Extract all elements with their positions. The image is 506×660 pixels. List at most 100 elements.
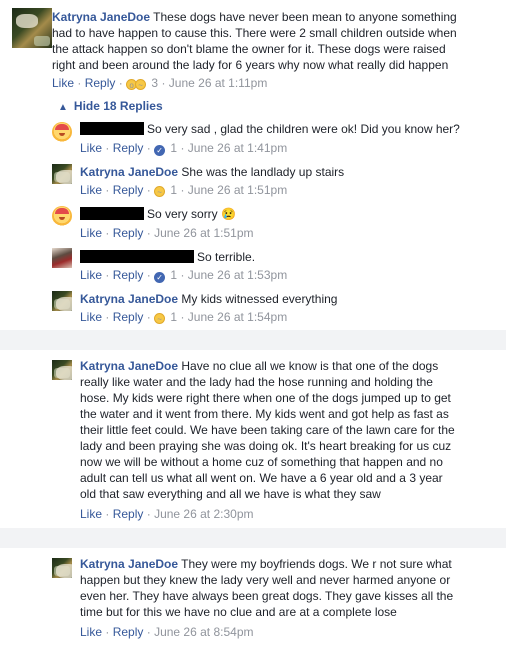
comment-actions: Like · Reply · o ~ 3 · June 26 at 1:11pm xyxy=(52,76,267,90)
comment-text-line: had to have happen to cause this. There … xyxy=(52,26,457,40)
comment-body: So very sorry 😢 xyxy=(80,206,236,222)
separator: · xyxy=(146,310,151,324)
comment-body: Katryna JaneDoe My kids witnessed everyt… xyxy=(80,291,337,307)
comment-actions: Like · Reply · June 26 at 2:30pm xyxy=(80,507,253,521)
like-link[interactable]: Like xyxy=(80,507,102,521)
reply-link[interactable]: Reply xyxy=(113,268,144,282)
separator: · xyxy=(105,268,110,282)
separator: · xyxy=(146,226,151,240)
author-link[interactable]: Katryna JaneDoe xyxy=(80,359,178,373)
comment-text-line: time but for this we have no clue and ar… xyxy=(80,605,397,619)
reaction-count[interactable]: 3 xyxy=(151,76,158,90)
hide-replies-label: Hide 18 Replies xyxy=(73,99,163,113)
chevron-up-icon: ▲ xyxy=(58,102,68,113)
avatar[interactable] xyxy=(52,291,72,311)
comment-text: So very sorry xyxy=(147,207,218,221)
timestamp[interactable]: June 26 at 8:54pm xyxy=(154,625,253,639)
comment-text-line: their little feet could. We have been ta… xyxy=(80,423,455,437)
author-link[interactable]: Katryna JaneDoe xyxy=(80,557,178,571)
comment-body: Katryna JaneDoe They were my boyfriends … xyxy=(80,556,500,620)
like-link[interactable]: Like xyxy=(80,183,102,197)
like-reaction-icon[interactable]: ✓ xyxy=(154,145,166,156)
avatar[interactable] xyxy=(52,360,72,380)
separator: · xyxy=(146,141,151,155)
timestamp[interactable]: June 26 at 1:53pm xyxy=(188,268,287,282)
comment-text-line: the water and it went from there. My kid… xyxy=(80,407,449,421)
comment-panel: Katryna JaneDoe They were my boyfriends … xyxy=(0,548,506,660)
avatar[interactable] xyxy=(52,248,72,268)
comment-text-line: happen but they knew the lady very well … xyxy=(80,573,451,587)
avatar[interactable] xyxy=(12,8,52,48)
like-link[interactable]: Like xyxy=(80,625,102,639)
reaction-count[interactable]: 1 xyxy=(170,183,177,197)
comment-text: She was the landlady up stairs xyxy=(181,165,345,179)
avatar[interactable] xyxy=(52,206,72,226)
reply-link[interactable]: Reply xyxy=(113,625,144,639)
redacted-name xyxy=(80,250,194,263)
like-link[interactable]: Like xyxy=(80,141,102,155)
comment-panel: Katryna JaneDoe Have no clue all we know… xyxy=(0,350,506,528)
separator: · xyxy=(105,625,110,639)
like-reaction-icon[interactable]: ✓ xyxy=(154,272,166,283)
separator: · xyxy=(105,183,110,197)
like-link[interactable]: Like xyxy=(80,226,102,240)
redacted-name xyxy=(80,207,144,220)
timestamp[interactable]: June 26 at 1:41pm xyxy=(188,141,287,155)
comment-actions: Like · Reply · ~ 1 · June 26 at 1:54pm xyxy=(80,310,287,324)
like-link[interactable]: Like xyxy=(80,268,102,282)
like-link[interactable]: Like xyxy=(52,76,74,90)
reply-link[interactable]: Reply xyxy=(113,141,144,155)
reaction-count[interactable]: 1 xyxy=(170,268,177,282)
comment-text-line: lady and been praying she was doing ok. … xyxy=(80,439,452,453)
reply-link[interactable]: Reply xyxy=(113,183,144,197)
comment-body: So very sad , glad the children were ok!… xyxy=(80,121,460,137)
sad-reaction-icon[interactable]: ~ xyxy=(154,313,166,324)
separator: · xyxy=(161,76,166,90)
separator: · xyxy=(146,183,151,197)
separator: · xyxy=(77,76,82,90)
comment-text-line: hose. My kids were right there when one … xyxy=(80,391,451,405)
separator: · xyxy=(146,625,151,639)
separator: · xyxy=(105,507,110,521)
comment-text-line: Have no clue all we know is that one of … xyxy=(181,359,439,373)
separator: · xyxy=(105,141,110,155)
timestamp[interactable]: June 26 at 1:51pm xyxy=(154,226,253,240)
separator: · xyxy=(180,268,185,282)
timestamp[interactable]: June 26 at 1:54pm xyxy=(188,310,287,324)
reply-link[interactable]: Reply xyxy=(113,310,144,324)
comment-text-line: really like water and the lady had the h… xyxy=(80,375,433,389)
timestamp[interactable]: June 26 at 1:51pm xyxy=(188,183,287,197)
comment-text-line: old that saw everything and all we have … xyxy=(80,487,381,501)
timestamp[interactable]: June 26 at 1:11pm xyxy=(169,76,268,90)
comment-text-line: right and been around the lady for 6 yea… xyxy=(52,58,449,72)
redacted-name xyxy=(80,122,144,135)
sad-reaction-icon[interactable]: ~ xyxy=(135,79,147,90)
comment-actions: Like · Reply · ~ 1 · June 26 at 1:51pm xyxy=(80,183,287,197)
avatar[interactable] xyxy=(52,558,72,578)
author-link[interactable]: Katryna JaneDoe xyxy=(52,10,150,24)
hide-replies-button[interactable]: ▲ Hide 18 Replies xyxy=(58,99,163,113)
reaction-count[interactable]: 1 xyxy=(170,310,177,324)
separator: · xyxy=(180,183,185,197)
reply-link[interactable]: Reply xyxy=(85,76,116,90)
sad-reaction-icon[interactable]: ~ xyxy=(154,186,166,197)
separator: · xyxy=(180,310,185,324)
author-link[interactable]: Katryna JaneDoe xyxy=(80,292,178,306)
comment-text-line: now we will be without a home cuz of som… xyxy=(80,455,443,469)
avatar[interactable] xyxy=(52,164,72,184)
comment-text: My kids witnessed everything xyxy=(181,292,338,306)
comment-thread-panel: Katryna JaneDoe These dogs have never be… xyxy=(0,0,506,330)
reaction-count[interactable]: 1 xyxy=(170,141,177,155)
author-link[interactable]: Katryna JaneDoe xyxy=(80,165,178,179)
separator: · xyxy=(146,268,151,282)
timestamp[interactable]: June 26 at 2:30pm xyxy=(154,507,253,521)
comment-body: Katryna JaneDoe She was the landlady up … xyxy=(80,164,344,180)
avatar[interactable] xyxy=(52,122,72,142)
reply-link[interactable]: Reply xyxy=(113,507,144,521)
comment-text: So very sad , glad the children were ok!… xyxy=(147,122,460,136)
like-link[interactable]: Like xyxy=(80,310,102,324)
separator: · xyxy=(118,76,123,90)
comment-text-line: They were my boyfriends dogs. We r not s… xyxy=(181,557,452,571)
reply-link[interactable]: Reply xyxy=(113,226,144,240)
comment-actions: Like · Reply · ✓ 1 · June 26 at 1:53pm xyxy=(80,268,287,283)
